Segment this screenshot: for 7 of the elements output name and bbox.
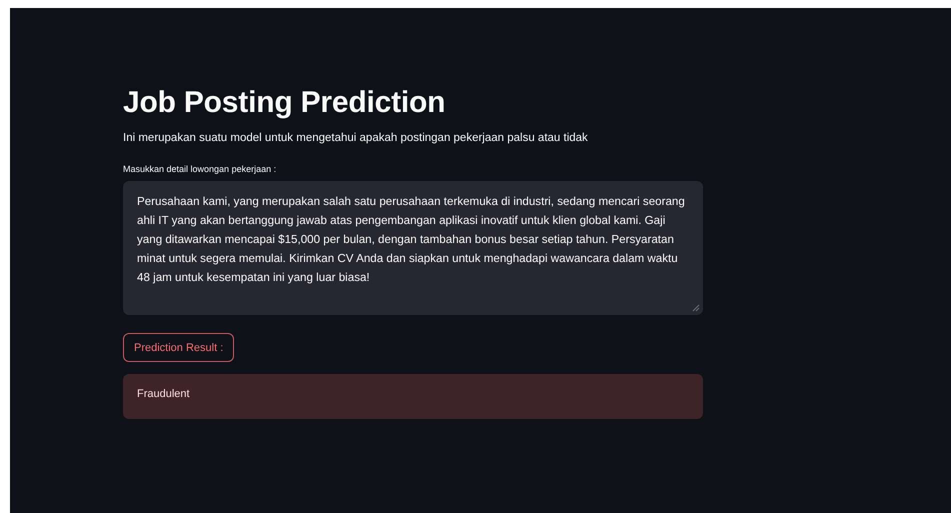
field-label: Masukkan detail lowongan pekerjaan : [123, 164, 276, 174]
result-alert: Fraudulent [123, 374, 703, 419]
prediction-button[interactable]: Prediction Result : [123, 333, 234, 362]
resize-grip-icon[interactable] [692, 304, 700, 312]
textarea-field[interactable]: Perusahaan kami, yang merupakan salah satu perusahaan terkemuka di industri, sedang mencari seorang ahli IT yang akan bertanggung jawab atas pengembangan aplikasi inovatif untuk klien global kami. Gaji yang ditawarkan mencapai $15,000 per bulan, dengan tambahan bonus besar setiap tahun. Persyaratan minat untuk segera memulai. Kirimkan CV Anda dan siapkan untuk menghadapi wawancara dalam waktu 48 jam untuk kesempatan ini yang luar biasa! [123, 181, 703, 315]
description-text: Ini merupakan suatu model untuk mengetahui apakah postingan pekerjaan palsu atau tidak [123, 132, 588, 144]
page-title: Job Posting Prediction [123, 86, 446, 120]
